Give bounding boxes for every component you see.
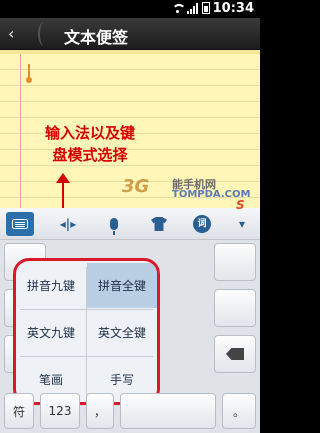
mode-english-9key[interactable]: 英文九键 — [16, 310, 86, 355]
dict-icon: 词 — [193, 215, 211, 233]
right-key-1[interactable] — [214, 243, 256, 281]
backspace-key[interactable] — [214, 335, 256, 373]
comma-key[interactable]: ， — [86, 393, 114, 429]
status-time: 10:34 — [212, 1, 254, 16]
annotation-line-2: 盘模式选择 — [52, 146, 128, 164]
watermark: 3G 能手机网 TOMPDA.COM — [122, 176, 258, 204]
keyboard-bottom-row: 符 123 ， 。 — [0, 393, 260, 433]
title-separator — [38, 22, 50, 46]
page-title: 文本便签 — [64, 28, 129, 47]
title-bar: ‹ 文本便签 — [0, 18, 260, 50]
annotation-text: 输入法以及键 盘模式选择 — [10, 122, 170, 166]
keyboard-icon — [12, 219, 28, 229]
skin-button[interactable] — [145, 212, 173, 236]
dictionary-button[interactable]: 词 — [188, 212, 216, 236]
annotation-line-1: 输入法以及键 — [44, 124, 135, 142]
back-button[interactable]: ‹ — [8, 23, 28, 45]
text-cursor — [26, 64, 32, 83]
watermark-logo: 3G — [122, 176, 150, 197]
skin-icon — [151, 217, 167, 231]
cursor-move-icon: ◂|▸ — [59, 217, 77, 231]
numbers-key[interactable]: 123 — [40, 393, 80, 429]
backspace-icon — [226, 348, 244, 360]
space-key[interactable] — [120, 393, 216, 429]
voice-input-button[interactable] — [100, 212, 128, 236]
mode-pinyin-9key[interactable]: 拼音九键 — [16, 263, 86, 308]
mic-icon — [110, 218, 118, 235]
right-key-2[interactable] — [214, 289, 256, 327]
collapse-keyboard-button[interactable]: ▾ — [228, 212, 256, 236]
mode-pinyin-full[interactable]: 拼音全键 — [87, 263, 157, 308]
status-bar: 10:34 — [0, 0, 260, 18]
input-mode-popup: 拼音九键 拼音全键 英文九键 英文全键 笔画 手写 — [13, 258, 160, 405]
chevron-down-icon: ▾ — [238, 217, 246, 231]
watermark-url: TOMPDA.COM — [172, 189, 251, 200]
keyboard-body: 拼音九键 拼音全键 英文九键 英文全键 笔画 手写 符 123 ， 。 — [0, 241, 260, 433]
period-key[interactable]: 。 — [222, 393, 256, 429]
keyboard-mode-button[interactable] — [6, 212, 34, 236]
mode-english-full[interactable]: 英文全键 — [87, 310, 157, 355]
battery-icon — [202, 2, 210, 14]
wifi-icon — [171, 3, 186, 13]
soft-keyboard: S ◂|▸ 词 ▾ 拼音九键 拼音全键 英文九键 英文全键 笔画 手写 符 12… — [0, 198, 260, 433]
keyboard-toolbar: S ◂|▸ 词 ▾ — [0, 198, 260, 240]
cursor-move-button[interactable]: ◂|▸ — [54, 212, 82, 236]
popup-vertical-divider — [86, 267, 87, 396]
symbol-key[interactable]: 符 — [4, 393, 34, 429]
signal-icon — [187, 2, 198, 14]
